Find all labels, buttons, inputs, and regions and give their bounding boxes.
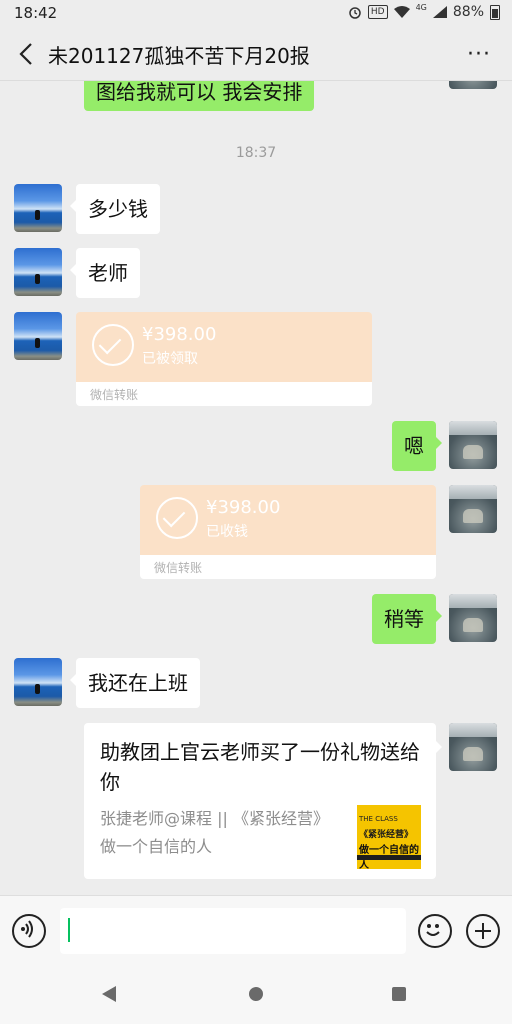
chevron-left-icon (19, 43, 32, 65)
battery-icon (490, 4, 500, 20)
transfer-card-footer: 微信转账 (76, 382, 372, 406)
back-button[interactable] (12, 40, 40, 68)
battery-percent: 88% (452, 4, 484, 20)
message-text: 嗯 (404, 434, 424, 458)
gift-thumbnail: THE CLASS 《紧张经营》 做一个自信的人 (357, 805, 421, 869)
message-bubble-left[interactable]: 老师 (70, 248, 140, 298)
input-bar (0, 895, 512, 968)
message-text: 老师 (88, 261, 128, 285)
thumbnail-stripe (357, 855, 421, 860)
transfer-card-footer: 微信转账 (140, 555, 436, 579)
message-text: 图给我就可以 我会安排 (96, 81, 303, 104)
transfer-source: 微信转账 (90, 388, 139, 402)
avatar-contact[interactable] (14, 312, 62, 360)
gift-title: 助教团上官云老师买了一份礼物送给你 (100, 740, 420, 794)
text-caret (68, 918, 70, 942)
avatar-self[interactable] (449, 421, 497, 469)
chat-header: 未201127孤独不苦下月20报 ··· (0, 28, 512, 81)
message-bubble-left[interactable]: 多少钱 (70, 184, 160, 234)
transfer-status: 已被领取 (142, 351, 198, 367)
avatar-contact[interactable] (14, 248, 62, 296)
message-bubble-left[interactable]: 我还在上班 (70, 658, 200, 708)
status-icons: HD 4G 88% (348, 2, 500, 20)
message-bubble-right[interactable]: 稍等 (372, 594, 442, 644)
nav-back-icon[interactable] (102, 986, 116, 1002)
nav-home-icon[interactable] (249, 987, 263, 1001)
status-time: 18:42 (14, 4, 58, 22)
avatar-self[interactable] (449, 723, 497, 771)
status-bar: 18:42 HD 4G 88% (0, 0, 512, 28)
gift-card[interactable]: 助教团上官云老师买了一份礼物送给你 张捷老师@课程 || 《紧张经营》 做一个自… (84, 723, 442, 879)
transfer-amount: ¥398.00 (206, 497, 281, 518)
message-text: 稍等 (384, 607, 424, 631)
network-type: 4G (415, 2, 427, 12)
thumbnail-title: 《紧张经营》 (359, 830, 414, 840)
avatar-self[interactable] (449, 485, 497, 533)
chat-messages[interactable]: 图给我就可以 我会安排 18:37 多少钱 老师 ¥398.00 已被领取 微信… (0, 81, 512, 895)
gift-course-info: 张捷老师@课程 || 《紧张经营》 (100, 809, 329, 828)
wifi-icon (393, 6, 410, 18)
alarm-icon (349, 7, 361, 19)
emoji-icon (426, 924, 440, 936)
transfer-card-collected[interactable]: ¥398.00 已收钱 微信转账 (140, 485, 436, 579)
message-bubble-right[interactable]: 图给我就可以 我会安排 (84, 81, 315, 111)
message-bubble-right[interactable]: 嗯 (392, 421, 442, 471)
more-actions-button[interactable] (466, 914, 500, 948)
transfer-card-top: ¥398.00 已收钱 (140, 485, 436, 555)
signal-icon (432, 6, 447, 18)
check-circle-icon (92, 324, 134, 366)
message-text: 我还在上班 (88, 671, 188, 695)
hd-icon: HD (367, 5, 388, 19)
check-circle-icon (156, 497, 198, 539)
more-options-button[interactable]: ··· (464, 40, 494, 68)
transfer-source: 微信转账 (154, 561, 203, 575)
transfer-amount: ¥398.00 (142, 324, 217, 345)
avatar-self[interactable] (449, 81, 497, 89)
timestamp: 18:37 (235, 145, 277, 161)
nav-recents-icon[interactable] (392, 987, 406, 1001)
emoji-button[interactable] (418, 914, 452, 948)
avatar-contact[interactable] (14, 184, 62, 232)
gift-subtitle: 做一个自信的人 (100, 837, 213, 856)
system-nav-bar (0, 968, 512, 1024)
message-input[interactable] (60, 908, 406, 954)
thumbnail-caption: THE CLASS (359, 815, 398, 823)
voice-icon (21, 920, 33, 938)
voice-button[interactable] (12, 914, 46, 948)
avatar-self[interactable] (449, 594, 497, 642)
chat-title: 未201127孤独不苦下月20报 (48, 44, 310, 68)
transfer-card-top: ¥398.00 已被领取 (76, 312, 372, 382)
message-text: 多少钱 (88, 197, 148, 221)
transfer-card-received[interactable]: ¥398.00 已被领取 微信转账 (76, 312, 372, 406)
avatar-contact[interactable] (14, 658, 62, 706)
transfer-status: 已收钱 (206, 524, 248, 540)
